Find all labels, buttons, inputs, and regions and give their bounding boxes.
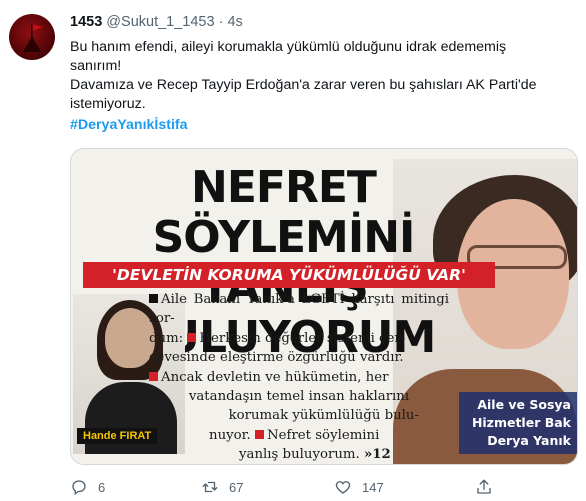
article-line-text: dum:	[149, 330, 184, 346]
headline-line-1: NEFRET SÖYLEMİNİ	[152, 162, 416, 263]
columnist-face	[105, 308, 155, 368]
separator: ·	[218, 14, 224, 30]
avatar-flag-icon	[23, 24, 43, 52]
article-line: Aile Bakanı Yanık'a LGBTİ karşıtı miting…	[149, 290, 449, 329]
article-line: dum: Herkesin değerler sistemi çer-	[149, 329, 449, 348]
subheadline-banner: 'DEVLETİN KORUMA YÜKÜMLÜLÜĞÜ VAR'	[83, 262, 495, 288]
article-line: Ancak devletin ve hükümetin, her	[149, 368, 449, 387]
like-button[interactable]: 147	[334, 478, 384, 496]
columnist-name: Hande FIRAT	[77, 428, 158, 444]
bullet-square-icon	[255, 429, 265, 439]
retweet-button[interactable]: 67	[201, 478, 243, 496]
retweet-icon	[202, 481, 218, 493]
article-line: nuyor. Nefret söylemini	[149, 426, 449, 445]
bullet-square-icon	[187, 332, 197, 342]
share-icon	[477, 479, 491, 494]
article-line: çevesinde eleştirme özgürlüğü vardır.	[149, 350, 404, 366]
bullet-square-icon	[149, 294, 158, 303]
article-line: korumak yükümlülüğü bulu-	[228, 408, 419, 424]
reply-icon	[72, 480, 86, 496]
article-line-text: yanlış buluyorum.	[239, 447, 360, 463]
tweet-line: istemiyoruz.	[70, 96, 146, 112]
article-line: vatandaşın temel insan haklarını	[188, 389, 410, 405]
reply-count: 6	[98, 479, 106, 495]
bullet-square-icon	[149, 371, 158, 381]
handle[interactable]: @Sukut_1_1453	[106, 14, 214, 30]
tweet-media-image[interactable]: Aile ve Sosya Hizmetler Bak Derya Yanık …	[70, 148, 578, 465]
tweet-line: Bu hanım efendi, aileyi korumakla yüküml…	[70, 39, 507, 55]
tweet[interactable]: 1453 @Sukut_1_1453 · 4s Bu hanım efendi,…	[0, 0, 586, 501]
share-button[interactable]	[475, 478, 493, 496]
reply-button[interactable]: 6	[70, 478, 105, 496]
article-line-text: nuyor.	[209, 427, 251, 443]
article-text: Aile Bakanı Yanık'a LGBTİ karşıtı miting…	[149, 290, 449, 464]
photo-caption: Aile ve Sosya Hizmetler Bak Derya Yanık	[459, 392, 577, 454]
heart-icon	[335, 481, 351, 494]
page-reference: »12	[363, 447, 391, 463]
tweet-line: Davamıza ve Recep Tayyip Erdoğan'a zarar…	[70, 77, 537, 93]
avatar[interactable]	[9, 14, 55, 60]
article-line-text: Nefret söylemini	[267, 427, 380, 443]
hashtag-link[interactable]: #DeryaYanıkİstifa	[70, 116, 570, 135]
tweet-text: Bu hanım efendi, aileyi korumakla yüküml…	[70, 38, 570, 135]
tweet-line: sanırım!	[70, 58, 122, 74]
caption-line: Hizmetler Bak	[471, 415, 571, 430]
display-name[interactable]: 1453	[70, 14, 102, 30]
like-count: 147	[362, 479, 384, 495]
caption-line: Derya Yanık	[487, 433, 571, 448]
caption-line: Aile ve Sosya	[477, 397, 571, 412]
retweet-count: 67	[229, 479, 244, 495]
article-line-text: Aile Bakanı Yanık'a LGBTİ karşıtı miting…	[149, 292, 449, 327]
tweet-actions: 6 67 147	[70, 478, 570, 498]
article-line-text: Herkesin değerler sistemi çer-	[199, 330, 406, 346]
article-line-text: Ancak devletin ve hükümetin, her	[161, 369, 389, 385]
article-line: yanlış buluyorum. »12	[149, 445, 449, 464]
tweet-header: 1453 @Sukut_1_1453 · 4s	[70, 14, 243, 30]
timestamp[interactable]: 4s	[227, 14, 242, 30]
